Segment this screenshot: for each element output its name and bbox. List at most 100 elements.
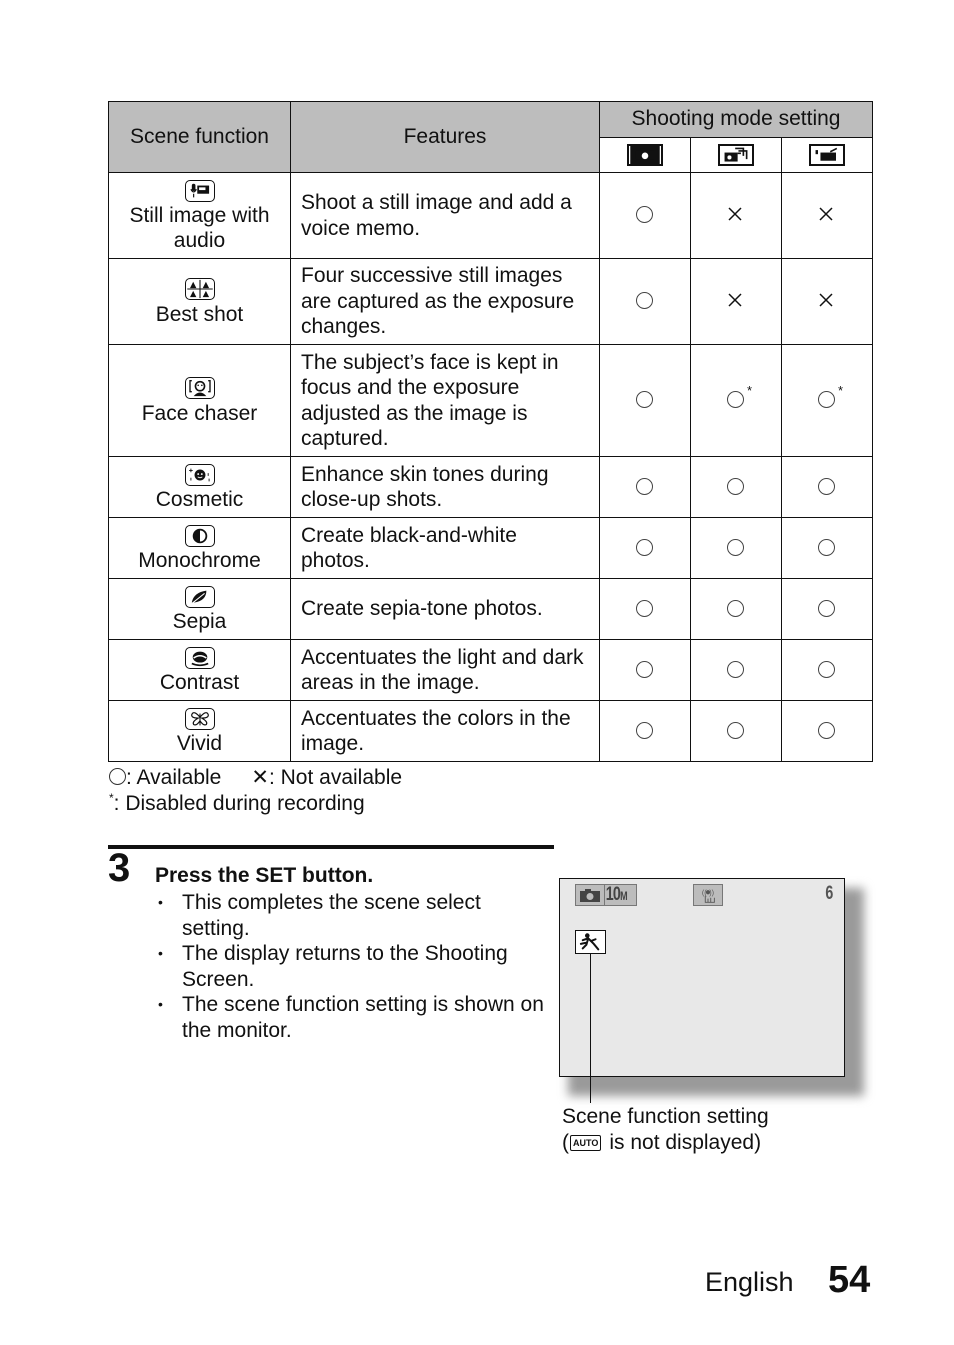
image-size-indicator: 10M: [605, 884, 628, 905]
available-circle-icon: [636, 477, 654, 496]
feature-cell: Accentuates the light and dark areas in …: [290, 639, 600, 701]
available-circle-icon: [636, 206, 654, 224]
mode-cell-video: *: [780, 344, 874, 457]
available-circle-icon: [727, 660, 745, 679]
step-divider: [108, 845, 554, 849]
camera-monitor-illustration: 10M ((•)) 6: [559, 878, 845, 1077]
scene-name: Still image with audio: [129, 204, 270, 252]
still-camera-burst-icon: [718, 144, 754, 167]
sports-runner-icon: [575, 930, 606, 954]
available-circle-icon: [636, 599, 654, 618]
mode-cell-still: [599, 700, 691, 762]
feature-cell: Accentuates the colors in the image.: [290, 700, 600, 762]
legend-asterisk: *: Disabled during recording: [109, 791, 365, 816]
video-camera-icon: [809, 144, 846, 167]
page-number: 54: [828, 1259, 871, 1301]
feature-cell: Four successive still images are capture…: [290, 258, 600, 345]
mode-cell-video: [780, 700, 874, 762]
best-shot-icon: [184, 278, 215, 301]
scene-cell: Best shot: [108, 258, 291, 345]
mode-cell-still-burst: [690, 639, 782, 701]
table-row: Face chaser The subject’s face is kept i…: [108, 344, 874, 457]
mode-cell-still: [599, 258, 691, 345]
table-row: Best shot Four successive still images a…: [108, 258, 874, 345]
not-available-cross-icon: [818, 292, 836, 310]
mode-cell-still-burst: [690, 172, 782, 259]
scene-name: Sepia: [172, 610, 227, 633]
scene-cell: Face chaser: [108, 344, 291, 457]
mode-cell-still-burst: [690, 517, 782, 579]
step-title: Press the SET button.: [155, 864, 374, 887]
available-circle-icon: [636, 391, 654, 409]
scene-name: Monochrome: [138, 549, 261, 572]
mode-cell-video: [780, 517, 874, 579]
feature-cell: Shoot a still image and add a voice memo…: [290, 172, 600, 259]
feature-cell: Create sepia-tone photos.: [290, 578, 600, 640]
available-circle-icon: [818, 660, 836, 679]
table-row: Sepia Create sepia-tone photos.: [108, 578, 874, 640]
mode-cell-still: [599, 639, 691, 701]
not-available-cross-icon: [727, 206, 745, 224]
still-camera-icon: [627, 144, 663, 167]
contrast-icon: [184, 646, 215, 669]
mode-cell-still-burst: [690, 456, 782, 518]
mode-cell-still: [599, 172, 691, 259]
mode-cell-video: [780, 258, 874, 345]
mode-cell-still-burst: [690, 700, 782, 762]
legend-availability: : Available ✕: Not available: [109, 765, 402, 790]
scene-cell: Monochrome: [108, 517, 291, 579]
not-available-cross-icon: [818, 206, 836, 224]
not-available-cross-icon: [727, 292, 745, 310]
header-mode-video: [780, 136, 874, 173]
table-row: Vivid Accentuates the colors in the imag…: [108, 700, 874, 762]
monitor-caption: Scene function setting: [562, 1105, 769, 1128]
mode-cell-still: [599, 578, 691, 640]
feature-cell: Create black-and-white photos.: [290, 517, 600, 579]
header-shooting-mode-setting: Shooting mode setting: [598, 101, 874, 138]
shooting-mode-indicator: 10M: [575, 884, 637, 906]
available-circle-icon: [109, 768, 126, 785]
available-circle-icon: [636, 538, 654, 557]
scene-name: Contrast: [159, 671, 240, 694]
available-circle-icon: [818, 538, 836, 557]
available-circle-icon: [727, 599, 745, 618]
available-circle-icon: *: [727, 383, 752, 409]
feature-cell: The subject’s face is kept in focus and …: [290, 344, 600, 457]
mode-cell-still: [599, 456, 691, 518]
not-available-cross-icon: ✕: [251, 766, 269, 789]
step-number: 3: [108, 846, 131, 890]
scene-name: Cosmetic: [155, 488, 244, 511]
mode-cell-video: [780, 639, 874, 701]
header-mode-still: [599, 136, 691, 173]
available-circle-icon: [727, 721, 745, 740]
asterisk-mark: *: [838, 383, 844, 399]
mode-cell-video: [780, 456, 874, 518]
scene-cell: Sepia: [108, 578, 291, 640]
table-row: Still image with audio Shoot a still ima…: [108, 172, 874, 259]
step-bullet: The display returns to the Shooting Scre…: [155, 941, 545, 992]
table-row: Cosmetic Enhance skin tones during close…: [108, 456, 874, 518]
header-mode-still-burst: [690, 136, 782, 173]
asterisk-mark: *: [747, 383, 753, 399]
scene-cell: Vivid: [108, 700, 291, 762]
mode-cell-still-burst: *: [690, 344, 782, 457]
available-circle-icon: [727, 538, 745, 557]
monochrome-icon: [184, 524, 215, 547]
scene-name: Vivid: [176, 732, 223, 755]
step-bullet: The scene function setting is shown on t…: [155, 992, 545, 1043]
scene-cell: Contrast: [108, 639, 291, 701]
sepia-icon: [184, 585, 215, 608]
available-circle-icon: [636, 292, 654, 310]
available-circle-icon: [636, 721, 654, 740]
scene-cell: Still image with audio: [108, 172, 291, 259]
mode-cell-video: [780, 578, 874, 640]
available-circle-icon: [818, 721, 836, 740]
available-circle-icon: *: [818, 383, 843, 409]
scene-name: Best shot: [155, 302, 244, 326]
still-image-audio-icon: [184, 179, 215, 202]
table-row: Monochrome Create black-and-white photos…: [108, 517, 874, 579]
scene-cell: Cosmetic: [108, 456, 291, 518]
footer-language: English: [705, 1267, 794, 1297]
scene-function-table: Scene function Features Shooting mode se…: [108, 101, 874, 762]
step-bullet: This completes the scene select setting.: [155, 890, 545, 941]
